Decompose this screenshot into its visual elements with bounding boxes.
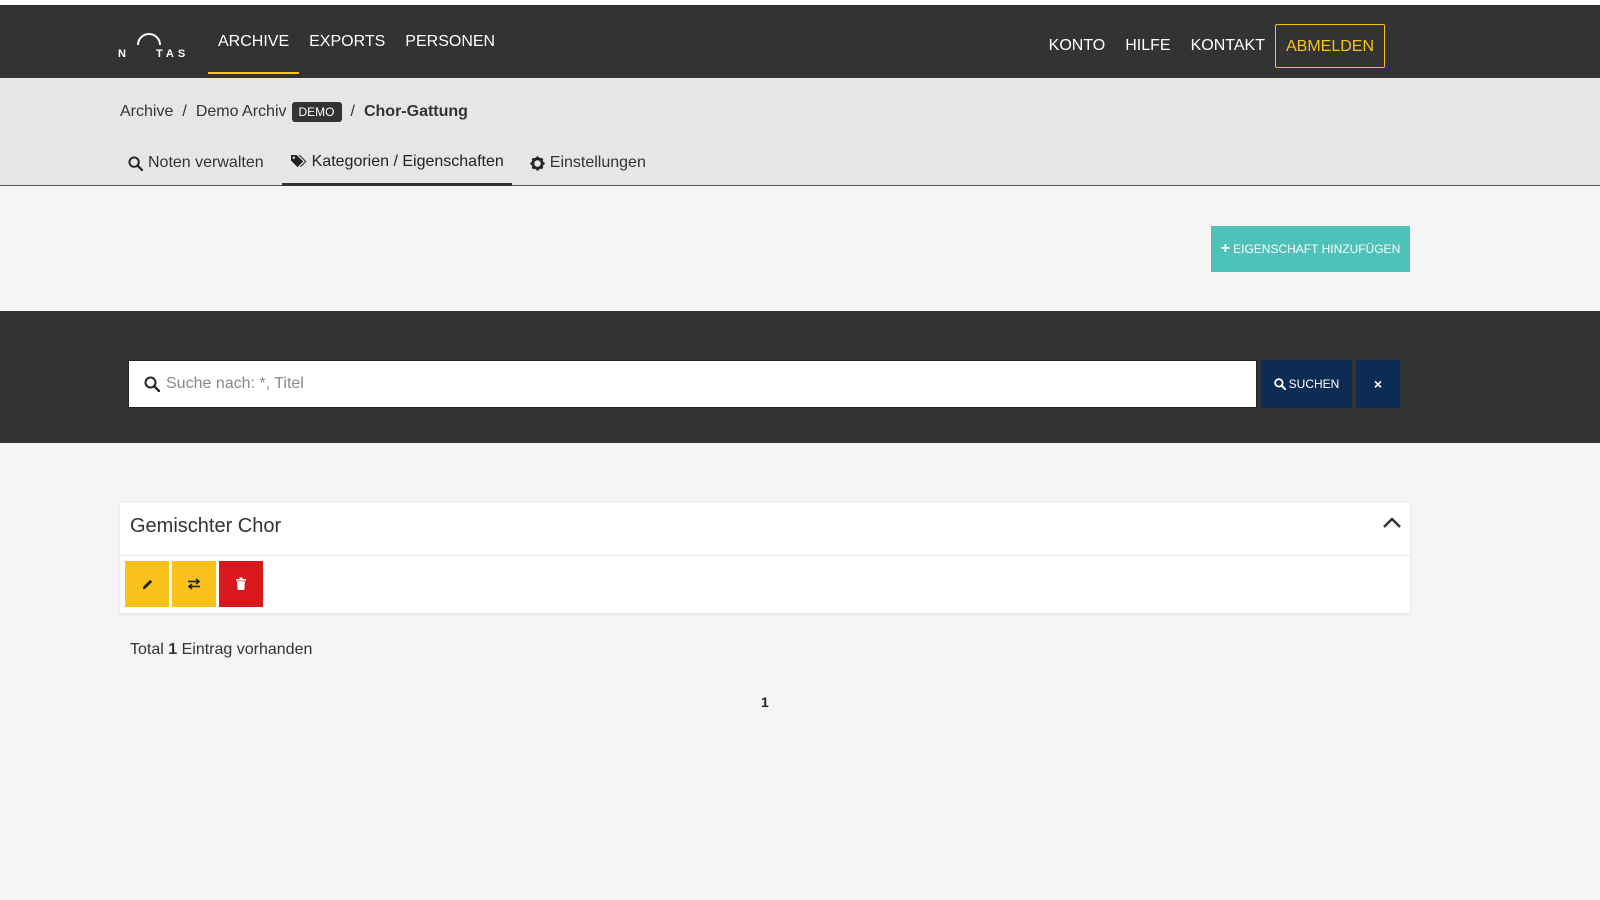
user-nav: KONTO HILFE KONTAKT ABMELDEN [1039, 24, 1385, 68]
add-property-button[interactable]: + EIGENSCHAFT HINZUFÜGEN [1211, 226, 1410, 272]
tab-label: Noten verwalten [148, 154, 264, 171]
search-button-label: SUCHEN [1288, 377, 1340, 391]
trash-icon [236, 577, 246, 590]
add-property-label: EIGENSCHAFT HINZUFÜGEN [1233, 242, 1401, 256]
breadcrumb-archive-link[interactable]: Archive [120, 103, 173, 121]
tab-einstellungen[interactable]: Einstellungen [522, 140, 654, 186]
breadcrumb-current: Chor-Gattung [363, 103, 468, 120]
pagination-current-page[interactable]: 1 [761, 694, 769, 710]
plus-icon: + [1220, 240, 1231, 257]
nav-exports[interactable]: EXPORTS [299, 5, 395, 74]
search-input[interactable] [166, 375, 1166, 393]
total-suffix: Eintrag vorhanden [181, 641, 313, 658]
clear-search-button[interactable]: × [1356, 360, 1400, 408]
top-navbar: N TAS ARCHIVE EXPORTS PERSONEN KONTO HIL… [0, 0, 1600, 78]
gear-icon [530, 155, 545, 171]
search-icon [128, 155, 143, 171]
search-icon [1273, 378, 1286, 390]
total-number: 1 [168, 641, 178, 658]
demo-badge: DEMO [291, 102, 342, 122]
svg-text:N: N [118, 48, 130, 59]
breadcrumb-separator: / [182, 103, 187, 120]
move-button[interactable] [172, 561, 216, 607]
exchange-icon [187, 578, 201, 590]
edit-button[interactable] [125, 561, 169, 607]
delete-button[interactable] [219, 561, 263, 607]
tags-icon [290, 154, 307, 168]
item-actions [125, 561, 266, 607]
nav-hilfe[interactable]: HILFE [1115, 24, 1180, 68]
breadcrumb: Archive / Demo Archiv DEMO / Chor-Gattun… [120, 102, 468, 122]
card-header[interactable]: Gemischter Chor [120, 503, 1410, 556]
main-nav: ARCHIVE EXPORTS PERSONEN [208, 5, 505, 78]
svg-text:TAS: TAS [156, 48, 188, 59]
breadcrumb-demo-archiv-link[interactable]: Demo Archiv [196, 103, 287, 121]
search-button[interactable]: SUCHEN [1261, 360, 1352, 408]
total-count: Total 1 Eintrag vorhanden [130, 641, 312, 659]
pencil-icon [142, 579, 152, 589]
tab-label: Kategorien / Eigenschaften [311, 152, 504, 170]
search-band: SUCHEN × [0, 311, 1600, 443]
total-prefix: Total [130, 641, 164, 658]
list-item: Gemischter Chor [120, 503, 1410, 613]
item-title: Gemischter Chor [130, 515, 282, 537]
nav-kontakt[interactable]: KONTAKT [1181, 24, 1275, 68]
nav-konto[interactable]: KONTO [1039, 24, 1116, 68]
logout-button[interactable]: ABMELDEN [1274, 24, 1385, 68]
tab-noten-verwalten[interactable]: Noten verwalten [120, 140, 272, 186]
tab-label: Einstellungen [549, 154, 646, 171]
breadcrumb-bar: Archive / Demo Archiv DEMO / Chor-Gattun… [0, 78, 1600, 186]
nav-personen[interactable]: PERSONEN [395, 5, 505, 74]
tab-kategorien-eigenschaften[interactable]: Kategorien / Eigenschaften [281, 140, 512, 186]
search-box [128, 360, 1257, 408]
chevron-up-icon[interactable] [1382, 515, 1402, 534]
search-icon [144, 376, 160, 392]
nav-archive[interactable]: ARCHIVE [208, 5, 300, 74]
tab-bar: Noten verwalten Kategorien / Eigenschaft… [120, 140, 664, 186]
breadcrumb-separator: / [350, 103, 355, 120]
notas-logo[interactable]: N TAS [118, 27, 188, 59]
